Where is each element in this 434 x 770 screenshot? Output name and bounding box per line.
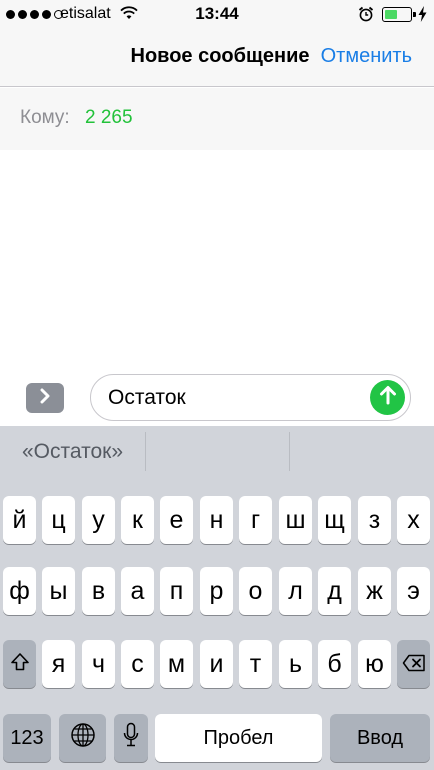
key-row3-3[interactable]: с bbox=[121, 640, 154, 688]
key-row2-8[interactable]: л bbox=[279, 567, 312, 615]
key-row2-2[interactable]: ы bbox=[42, 567, 75, 615]
message-text: Остаток bbox=[108, 386, 186, 409]
globe-icon bbox=[70, 722, 96, 755]
expand-apps-button[interactable] bbox=[26, 383, 64, 413]
key-row2-1[interactable]: ф bbox=[3, 567, 36, 615]
shift-icon bbox=[10, 650, 30, 679]
key-row3-4[interactable]: м bbox=[160, 640, 193, 688]
recipient-field[interactable]: Кому: 2 265 bbox=[0, 88, 434, 150]
key-row2-3[interactable]: в bbox=[82, 567, 115, 615]
status-bar: etisalat 13:44 bbox=[0, 0, 434, 30]
backspace-key[interactable] bbox=[397, 640, 430, 688]
message-input[interactable]: Остаток bbox=[90, 374, 411, 421]
key-row3-8[interactable]: б bbox=[318, 640, 351, 688]
numbers-key[interactable]: 123 bbox=[3, 714, 51, 762]
key-row1-5[interactable]: е bbox=[160, 496, 193, 544]
key-row3-6[interactable]: т bbox=[239, 640, 272, 688]
shift-key[interactable] bbox=[3, 640, 36, 688]
recipient-label: Кому: bbox=[20, 107, 70, 128]
battery-icon bbox=[382, 7, 416, 22]
send-button[interactable] bbox=[370, 380, 405, 415]
microphone-icon bbox=[123, 722, 139, 755]
alarm-icon bbox=[358, 6, 374, 27]
key-row2-9[interactable]: д bbox=[318, 567, 351, 615]
space-key[interactable]: Пробел bbox=[155, 714, 322, 762]
suggestion-bar: «Остаток» bbox=[0, 426, 434, 477]
key-row1-7[interactable]: г bbox=[239, 496, 272, 544]
key-row3-9[interactable]: ю bbox=[358, 640, 391, 688]
key-row1-6[interactable]: н bbox=[200, 496, 233, 544]
key-row2-6[interactable]: р bbox=[200, 567, 233, 615]
key-row1-1[interactable]: й bbox=[3, 496, 36, 544]
key-row1-10[interactable]: з bbox=[358, 496, 391, 544]
return-key[interactable]: Ввод bbox=[330, 714, 430, 762]
key-row1-9[interactable]: щ bbox=[318, 496, 351, 544]
microphone-key[interactable] bbox=[114, 714, 148, 762]
key-row1-4[interactable]: к bbox=[121, 496, 154, 544]
chevron-right-icon bbox=[39, 388, 51, 409]
navigation-bar: Новое сообщение Отменить bbox=[0, 30, 434, 87]
suggestion-3[interactable] bbox=[290, 426, 434, 477]
key-row3-2[interactable]: ч bbox=[82, 640, 115, 688]
arrow-up-icon bbox=[379, 385, 397, 410]
suggestion-2[interactable] bbox=[146, 426, 289, 477]
key-row1-2[interactable]: ц bbox=[42, 496, 75, 544]
key-row3-5[interactable]: и bbox=[200, 640, 233, 688]
key-row1-3[interactable]: у bbox=[82, 496, 115, 544]
key-row1-11[interactable]: х bbox=[397, 496, 430, 544]
key-row3-1[interactable]: я bbox=[42, 640, 75, 688]
key-row2-5[interactable]: п bbox=[160, 567, 193, 615]
suggestion-1[interactable]: «Остаток» bbox=[0, 426, 145, 477]
key-row2-7[interactable]: о bbox=[239, 567, 272, 615]
cancel-button[interactable]: Отменить bbox=[321, 45, 412, 68]
recipient-value[interactable]: 2 265 bbox=[85, 107, 133, 129]
backspace-icon bbox=[402, 650, 426, 679]
key-row2-4[interactable]: а bbox=[121, 567, 154, 615]
charging-bolt-icon bbox=[418, 6, 427, 27]
key-row2-11[interactable]: э bbox=[397, 567, 430, 615]
key-row3-7[interactable]: ь bbox=[279, 640, 312, 688]
key-row2-10[interactable]: ж bbox=[358, 567, 391, 615]
keyboard: «Остаток» й ц у к е н г ш щ з х ф ы в а … bbox=[0, 426, 434, 770]
key-row1-8[interactable]: ш bbox=[279, 496, 312, 544]
globe-key[interactable] bbox=[59, 714, 106, 762]
